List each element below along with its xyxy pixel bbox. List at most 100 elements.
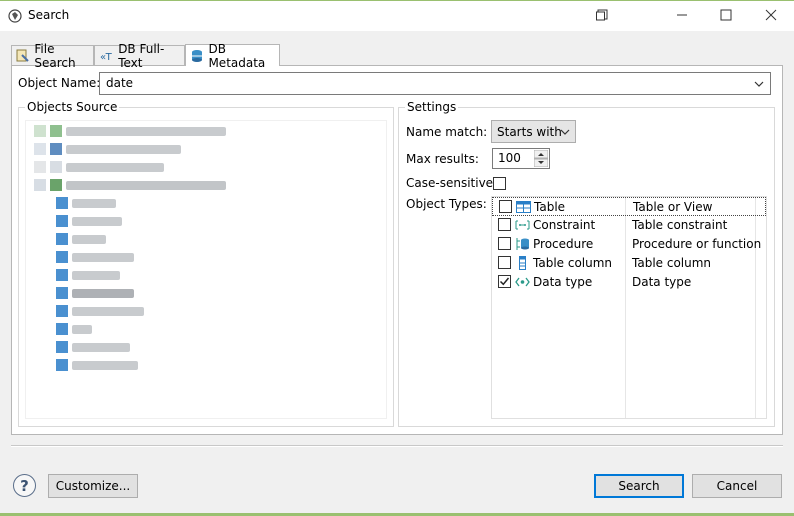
name-match-select[interactable]: Starts with	[491, 120, 576, 143]
procedure-icon	[516, 238, 529, 250]
search-button[interactable]: Search	[594, 474, 684, 498]
schema-icon	[56, 341, 68, 353]
minimize-button[interactable]	[659, 0, 705, 30]
schema-icon	[56, 305, 68, 317]
connection-icon	[34, 161, 46, 173]
max-results-value: 100	[498, 151, 521, 165]
cancel-button[interactable]: Cancel	[692, 474, 782, 498]
chevron-down-icon[interactable]	[752, 77, 766, 91]
max-results-spinner[interactable]: 100	[492, 148, 550, 169]
close-button[interactable]	[748, 0, 794, 30]
tree-item[interactable]	[56, 213, 122, 229]
object-types-table[interactable]: Table Table or View Constraint Table con…	[491, 196, 767, 419]
window-title: Search	[28, 8, 70, 22]
object-types-label: Object Types:	[406, 197, 487, 211]
object-type-row[interactable]: Procedure Procedure or function	[492, 235, 766, 254]
object-type-description: Table constraint	[632, 218, 728, 232]
database-icon	[190, 48, 204, 64]
case-sensitive-checkbox[interactable]	[493, 177, 506, 190]
object-type-description: Data type	[632, 275, 692, 289]
database-icon	[50, 125, 62, 137]
tree-item[interactable]	[34, 159, 164, 175]
help-button[interactable]: ?	[13, 474, 36, 497]
tree-item-label	[72, 216, 122, 226]
tree-item[interactable]	[56, 339, 130, 355]
schema-icon	[56, 215, 68, 227]
objects-source-tree[interactable]	[25, 120, 387, 419]
object-name-label: Object Name:	[18, 76, 101, 90]
tree-item[interactable]	[56, 249, 134, 265]
constraint-icon	[515, 220, 530, 230]
tree-item-label	[72, 252, 134, 262]
schema-icon	[56, 359, 68, 371]
tree-item[interactable]	[56, 267, 120, 283]
object-name-value: date	[106, 76, 134, 90]
tree-item-label	[66, 162, 164, 172]
object-type-description: Table or View	[633, 200, 713, 214]
object-type-name: Table column	[533, 256, 613, 270]
tree-item-label	[66, 144, 181, 154]
tree-item-label	[72, 234, 106, 244]
tree-item[interactable]	[34, 141, 181, 157]
tab-db-full-text[interactable]: «T DB Full-Text	[94, 42, 185, 70]
object-type-name: Procedure	[533, 237, 594, 251]
object-type-name: Data type	[533, 275, 593, 289]
tree-item[interactable]	[56, 303, 144, 319]
connection-icon	[34, 179, 46, 191]
data-type-icon	[515, 277, 530, 287]
object-type-checkbox[interactable]	[498, 237, 511, 250]
name-match-value: Starts with	[497, 124, 562, 139]
database-icon	[50, 143, 62, 155]
connection-icon	[34, 143, 46, 155]
tree-item[interactable]	[56, 285, 134, 301]
max-results-label: Max results:	[406, 152, 479, 166]
file-search-icon	[16, 48, 30, 64]
object-type-checkbox[interactable]	[498, 218, 511, 231]
object-type-row[interactable]: Data type Data type	[492, 273, 766, 292]
settings-label: Settings	[405, 100, 459, 114]
object-type-row[interactable]: Table column Table column	[492, 254, 766, 273]
tab-db-metadata[interactable]: DB Metadata	[185, 42, 280, 70]
checkmark-icon	[499, 277, 510, 286]
schema-icon	[56, 251, 68, 263]
object-type-description: Procedure or function	[632, 237, 762, 251]
object-type-checkbox[interactable]	[498, 275, 511, 288]
tree-item[interactable]	[34, 123, 226, 139]
tree-item-label	[72, 306, 144, 316]
tree-item[interactable]	[56, 321, 92, 337]
connection-icon	[34, 125, 46, 137]
name-match-label: Name match:	[406, 125, 488, 139]
restore-icon[interactable]	[579, 0, 625, 30]
object-type-checkbox[interactable]	[498, 256, 511, 269]
tree-item[interactable]	[56, 357, 138, 373]
tree-item[interactable]	[34, 177, 226, 193]
tree-item-label	[72, 270, 120, 280]
schema-icon	[56, 233, 68, 245]
tree-item-label	[66, 180, 226, 190]
full-text-icon: «T	[99, 48, 114, 64]
object-type-description: Table column	[632, 256, 712, 270]
tree-item-label	[72, 342, 130, 352]
tree-item[interactable]	[56, 195, 116, 211]
object-type-checkbox[interactable]	[499, 200, 512, 213]
tab-label: File Search	[34, 41, 76, 70]
tree-item-label	[72, 288, 134, 298]
column-icon	[519, 256, 526, 270]
spinner-arrows-icon[interactable]	[534, 150, 548, 167]
maximize-button[interactable]	[703, 0, 749, 30]
schema-icon	[56, 287, 68, 299]
tree-item-label	[72, 198, 116, 208]
svg-text:«T: «T	[100, 52, 113, 63]
database-icon	[50, 161, 62, 173]
object-type-row[interactable]: Constraint Table constraint	[492, 216, 766, 235]
tree-item[interactable]	[56, 231, 106, 247]
schema-icon	[56, 269, 68, 281]
object-type-row[interactable]: Table Table or View	[492, 197, 766, 216]
tab-file-search[interactable]: File Search	[11, 42, 94, 70]
tree-item-label	[66, 126, 226, 136]
customize-button[interactable]: Customize...	[48, 474, 138, 498]
app-icon	[8, 9, 22, 23]
object-name-combo[interactable]: date	[99, 72, 771, 95]
schema-icon	[56, 323, 68, 335]
case-sensitive-label: Case-sensitive:	[406, 176, 498, 190]
